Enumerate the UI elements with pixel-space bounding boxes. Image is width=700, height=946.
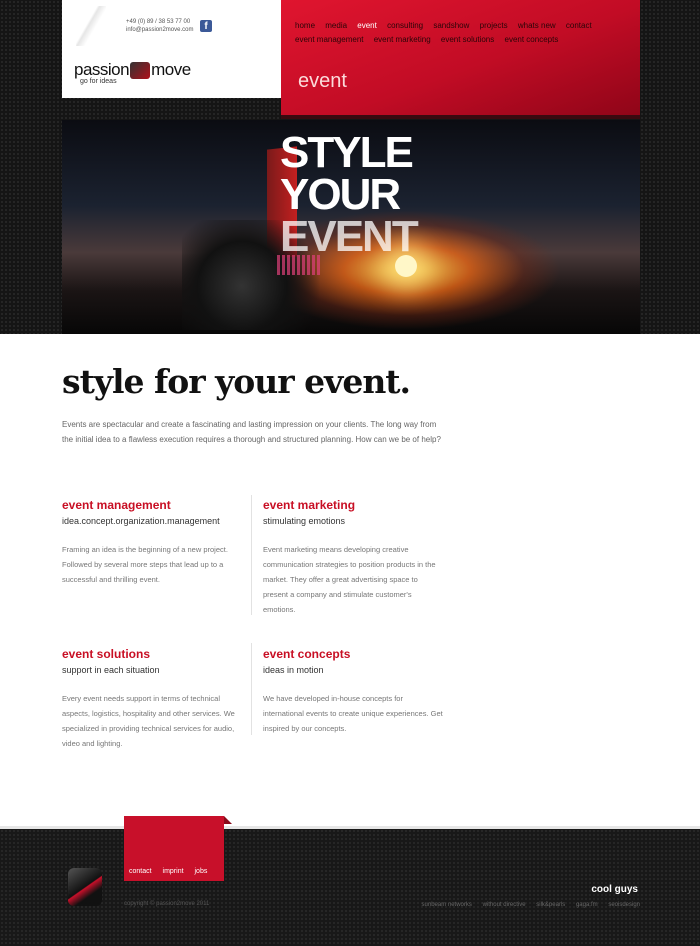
nav-item-sandshow[interactable]: sandshow [433, 21, 469, 30]
hero-banner: STYLE YOUR EVENT [62, 120, 640, 334]
column-divider [251, 495, 252, 615]
footer-link-jobs[interactable]: jobs [195, 868, 208, 875]
section-event-marketing: event marketing stimulating emotions Eve… [263, 497, 443, 617]
logo-text-right: move [151, 60, 191, 79]
section-event-management: event management idea.concept.organizati… [62, 497, 242, 587]
subnav-item-event-solutions[interactable]: event solutions [441, 35, 494, 44]
partner-link[interactable]: sunbeam networks [422, 902, 472, 908]
section-title[interactable]: event solutions [62, 646, 242, 662]
section-event-solutions: event solutions support in each situatio… [62, 646, 242, 751]
subnav-item-event-management[interactable]: event management [295, 35, 364, 44]
nav-item-media[interactable]: media [325, 21, 347, 30]
decorative-stripe [76, 6, 106, 46]
partner-links: sunbeam networks without directive silk&… [413, 902, 640, 908]
nav-item-consulting[interactable]: consulting [387, 21, 423, 30]
secondary-nav: event management event marketing event s… [295, 33, 635, 47]
partner-link[interactable]: silk&pearls [536, 902, 565, 908]
section-subtitle: stimulating emotions [263, 516, 346, 526]
footer-link-contact[interactable]: contact [129, 868, 152, 875]
hero-slogan-line2: YOUR [280, 170, 401, 219]
cool-guys-heading: cool guys [591, 884, 638, 895]
nav-item-projects[interactable]: projects [480, 21, 508, 30]
partner-link[interactable]: gaga.fm [576, 902, 598, 908]
nav-item-contact[interactable]: contact [566, 21, 592, 30]
section-text: We have developed in-house concepts for … [263, 694, 443, 733]
nav-item-event[interactable]: event [357, 21, 377, 30]
section-text: Framing an idea is the beginning of a ne… [62, 545, 228, 584]
footer-link-imprint[interactable]: imprint [163, 868, 184, 875]
section-title[interactable]: event management [62, 497, 242, 513]
contact-info: +49 (0) 89 / 38 53 77 00 info@passion2mo… [126, 18, 193, 34]
logo-mark-icon [130, 62, 151, 80]
copyright: copyright © passion2move 2011 [124, 901, 210, 907]
primary-nav: home media event consulting sandshow pro… [295, 19, 635, 33]
nav-item-home[interactable]: home [295, 21, 315, 30]
section-title[interactable]: event marketing [263, 497, 443, 513]
logo-box: +49 (0) 89 / 38 53 77 00 info@passion2mo… [62, 0, 281, 98]
hero-slogan: STYLE YOUR EVENT [280, 128, 419, 261]
facebook-icon[interactable]: f [200, 20, 212, 32]
email-link[interactable]: info@passion2move.com [126, 26, 193, 34]
logo[interactable]: passion move [74, 60, 191, 80]
phone-number: +49 (0) 89 / 38 53 77 00 [126, 19, 191, 25]
hero-slogan-line3: EVENT [280, 212, 419, 261]
nav-item-whats-new[interactable]: whats new [518, 21, 556, 30]
main-heading: style for your event. [62, 362, 411, 401]
section-text: Every event needs support in terms of te… [62, 694, 235, 748]
main-nav: home media event consulting sandshow pro… [295, 19, 635, 47]
column-divider [251, 643, 252, 735]
section-subtitle: support in each situation [62, 665, 160, 675]
section-text: Event marketing means developing creativ… [263, 545, 436, 614]
footer-tab: contact imprint jobs [124, 816, 232, 881]
section-event-concepts: event concepts ideas in motion We have d… [263, 646, 443, 736]
logo-tagline: go for ideas [80, 78, 117, 85]
section-subtitle: idea.concept.organization.management [62, 516, 220, 526]
footer-links: contact imprint jobs [129, 868, 216, 875]
partner-link[interactable]: without directive [483, 902, 526, 908]
intro-text: Events are spectacular and create a fasc… [62, 420, 441, 444]
section-subtitle: ideas in motion [263, 665, 324, 675]
subnav-item-event-marketing[interactable]: event marketing [374, 35, 431, 44]
subnav-item-event-concepts[interactable]: event concepts [505, 35, 559, 44]
logo-text-left: passion [74, 60, 130, 79]
partner-link[interactable]: seoisdesign [608, 902, 640, 908]
footer-logo-icon[interactable] [68, 868, 102, 906]
section-title[interactable]: event concepts [263, 646, 443, 662]
nav-panel: home media event consulting sandshow pro… [281, 0, 640, 119]
hero-slogan-line1: STYLE [280, 128, 414, 177]
page-title: event [298, 70, 347, 92]
